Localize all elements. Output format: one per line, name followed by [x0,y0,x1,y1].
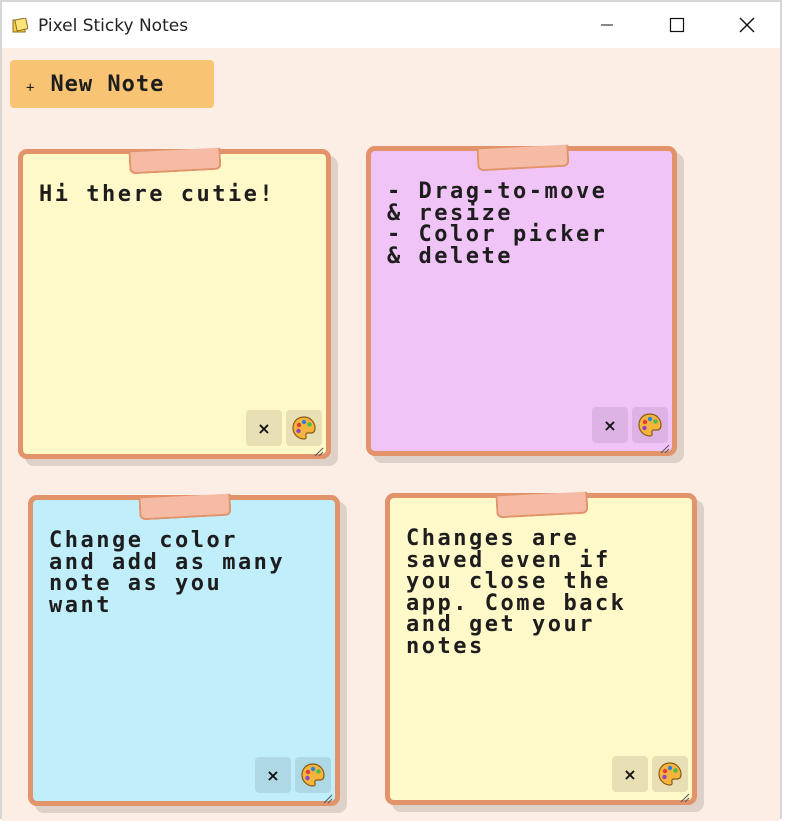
palette-icon [658,762,682,786]
note-text[interactable]: - Drag-to-move & resize - Color picker &… [387,181,658,268]
delete-note-button[interactable]: × [612,756,648,792]
delete-note-button[interactable]: × [246,410,282,446]
minimize-button[interactable] [584,8,630,42]
delete-note-button[interactable]: × [255,757,291,793]
resize-handle[interactable] [680,788,690,803]
plus-icon: + [26,80,35,96]
sticky-note[interactable]: - Drag-to-move & resize - Color picker &… [366,144,677,456]
resize-grip-icon [323,794,333,804]
window-title: Pixel Sticky Notes [38,16,189,36]
close-icon [739,17,755,33]
new-note-button[interactable]: + New Note [10,60,214,108]
resize-handle[interactable] [660,439,670,454]
note-text[interactable]: Hi there cutie! [39,184,312,206]
resize-grip-icon [660,444,670,454]
maximize-icon [669,17,685,33]
tape-strip [128,147,222,175]
sticky-note[interactable]: Change color and add as many note as you… [28,493,340,806]
resize-handle[interactable] [314,442,324,457]
color-picker-button[interactable] [632,407,668,443]
tape-strip [138,493,232,521]
sticky-note[interactable]: Hi there cutie! × [18,147,331,459]
color-picker-button[interactable] [652,756,688,792]
notes-board: + New Note Hi there cutie! × - Drag-to-m… [2,48,780,821]
resize-grip-icon [680,793,690,803]
color-picker-button[interactable] [286,410,322,446]
title-bar: Pixel Sticky Notes [2,2,780,48]
maximize-button[interactable] [654,8,700,42]
note-text[interactable]: Change color and add as many note as you… [49,530,321,617]
minimize-icon [601,24,613,26]
sticky-note[interactable]: Changes are saved even if you close the … [385,491,697,805]
color-picker-button[interactable] [295,757,331,793]
palette-icon [301,763,325,787]
palette-icon [638,413,662,437]
tape-strip [476,144,570,172]
resize-handle[interactable] [323,789,333,804]
app-window: Pixel Sticky Notes + New Note Hi there c… [0,0,782,821]
close-window-button[interactable] [724,8,770,42]
palette-icon [292,416,316,440]
tape-strip [495,491,589,519]
resize-grip-icon [314,447,324,457]
new-note-label: New Note [50,71,165,97]
note-text[interactable]: Changes are saved even if you close the … [406,528,678,658]
sticky-note-icon [12,17,29,34]
delete-note-button[interactable]: × [592,407,628,443]
